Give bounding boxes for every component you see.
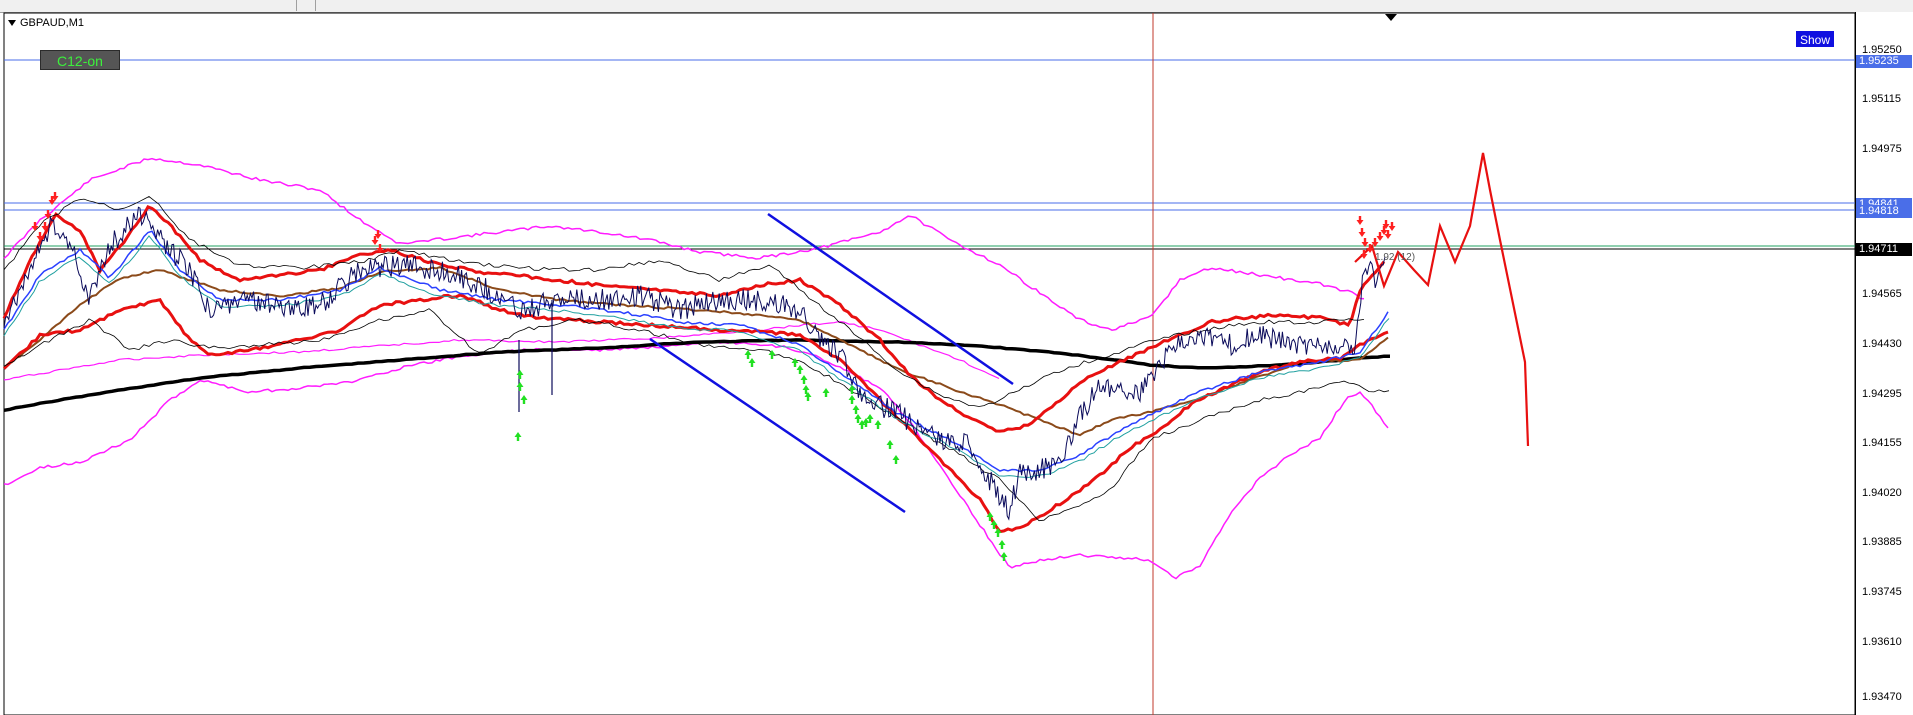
price-tick-label: 1.95115 bbox=[1862, 93, 1901, 105]
arrow-up-icon bbox=[852, 405, 860, 414]
show-button[interactable]: Show bbox=[1795, 30, 1835, 48]
arrow-up-icon bbox=[854, 414, 862, 423]
arrow-up-icon bbox=[748, 358, 756, 367]
arrow-up-icon bbox=[800, 375, 808, 384]
chart-frame bbox=[3, 12, 1856, 715]
price-tick-label: 1.93885 bbox=[1862, 536, 1902, 548]
price-level-tag: 1.94818 bbox=[1856, 205, 1912, 218]
price-tick-label: 1.94295 bbox=[1862, 388, 1902, 400]
arrow-up-icon bbox=[886, 440, 894, 449]
medium-moving-average-line bbox=[3, 266, 1389, 437]
price-tick-label: 1.94565 bbox=[1862, 288, 1902, 300]
price-line bbox=[3, 206, 1386, 521]
arrow-up-icon bbox=[848, 395, 856, 404]
trade-label: 1.92 (12) bbox=[1375, 252, 1416, 263]
arrow-up-icon bbox=[994, 528, 1002, 537]
band-lower-line bbox=[2, 293, 1389, 534]
arrow-up-icon bbox=[892, 455, 900, 464]
arrow-up-icon bbox=[516, 382, 524, 391]
price-tick-label: 1.94155 bbox=[1862, 437, 1902, 449]
triangle-down-icon bbox=[8, 20, 16, 27]
arrow-up-icon bbox=[822, 388, 830, 397]
symbol-text: GBPAUD,M1 bbox=[20, 17, 84, 29]
band-upper-line bbox=[2, 205, 1386, 433]
chart-symbol-label: GBPAUD,M1 bbox=[8, 17, 84, 29]
arrow-up-icon bbox=[998, 540, 1006, 549]
fast-moving-average-line-teal bbox=[3, 235, 1390, 478]
price-tick-label: 1.93745 bbox=[1862, 586, 1902, 598]
chart-window: GBPAUD,M1 C12-on Show 1.92 (12) 1.95250 1… bbox=[0, 0, 1913, 715]
c12-toggle-button[interactable]: C12-on bbox=[40, 50, 120, 70]
price-tick-label: 1.94430 bbox=[1862, 338, 1902, 350]
arrow-up-icon bbox=[796, 365, 804, 374]
arrow-up-icon bbox=[520, 395, 528, 404]
chart-shift-icon bbox=[1385, 14, 1397, 21]
arrow-up-icon bbox=[1000, 552, 1008, 561]
price-level-tag: 1.94711 bbox=[1856, 243, 1912, 256]
arrow-down-icon bbox=[1356, 216, 1364, 225]
price-tick-label: 1.93610 bbox=[1862, 636, 1902, 648]
price-chart[interactable] bbox=[0, 0, 1913, 715]
price-tick-label: 1.94975 bbox=[1862, 143, 1902, 155]
price-tick-label: 1.94020 bbox=[1862, 487, 1902, 499]
price-axis[interactable] bbox=[1855, 12, 1913, 715]
arrow-down-icon bbox=[1388, 222, 1396, 231]
projection-zigzag-line bbox=[1354, 152, 1530, 447]
trend-line-upper bbox=[767, 212, 1014, 386]
price-level-tag: 1.95235 bbox=[1856, 55, 1912, 68]
arrow-down-icon bbox=[1376, 232, 1384, 241]
arrow-up-icon bbox=[744, 350, 752, 359]
arrow-up-icon bbox=[862, 418, 870, 427]
arrow-up-icon bbox=[514, 432, 522, 441]
arrow-up-icon bbox=[874, 420, 882, 429]
arrow-down-icon bbox=[1358, 228, 1366, 237]
arrow-up-icon bbox=[516, 370, 524, 379]
price-tick-label: 1.93470 bbox=[1862, 691, 1902, 703]
